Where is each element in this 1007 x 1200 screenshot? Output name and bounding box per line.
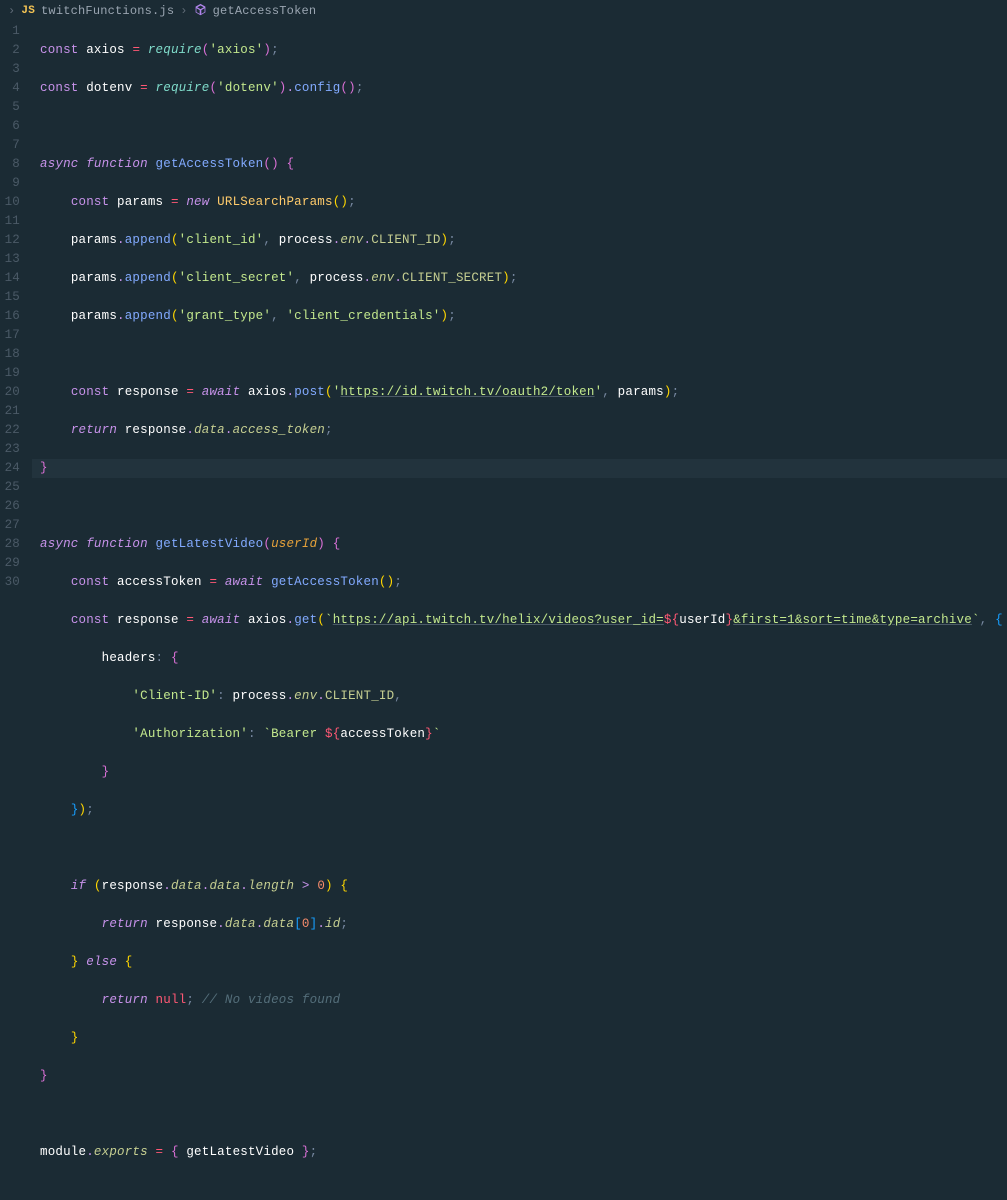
code-area[interactable]: const axios = require('axios'); const do… [32, 22, 1007, 604]
chevron-right-icon: › [180, 4, 187, 18]
line-number-gutter: 123 456 789 101112 131415 161718 192021 … [0, 22, 32, 604]
breadcrumb[interactable]: › JS twitchFunctions.js › getAccessToken [0, 0, 1007, 22]
breadcrumb-symbol[interactable]: getAccessToken [213, 4, 317, 18]
breadcrumb-file[interactable]: twitchFunctions.js [41, 4, 174, 18]
method-icon [194, 3, 207, 20]
js-file-icon: JS [21, 5, 35, 17]
chevron-right-icon: › [8, 4, 15, 18]
code-editor[interactable]: 123 456 789 101112 131415 161718 192021 … [0, 22, 1007, 604]
